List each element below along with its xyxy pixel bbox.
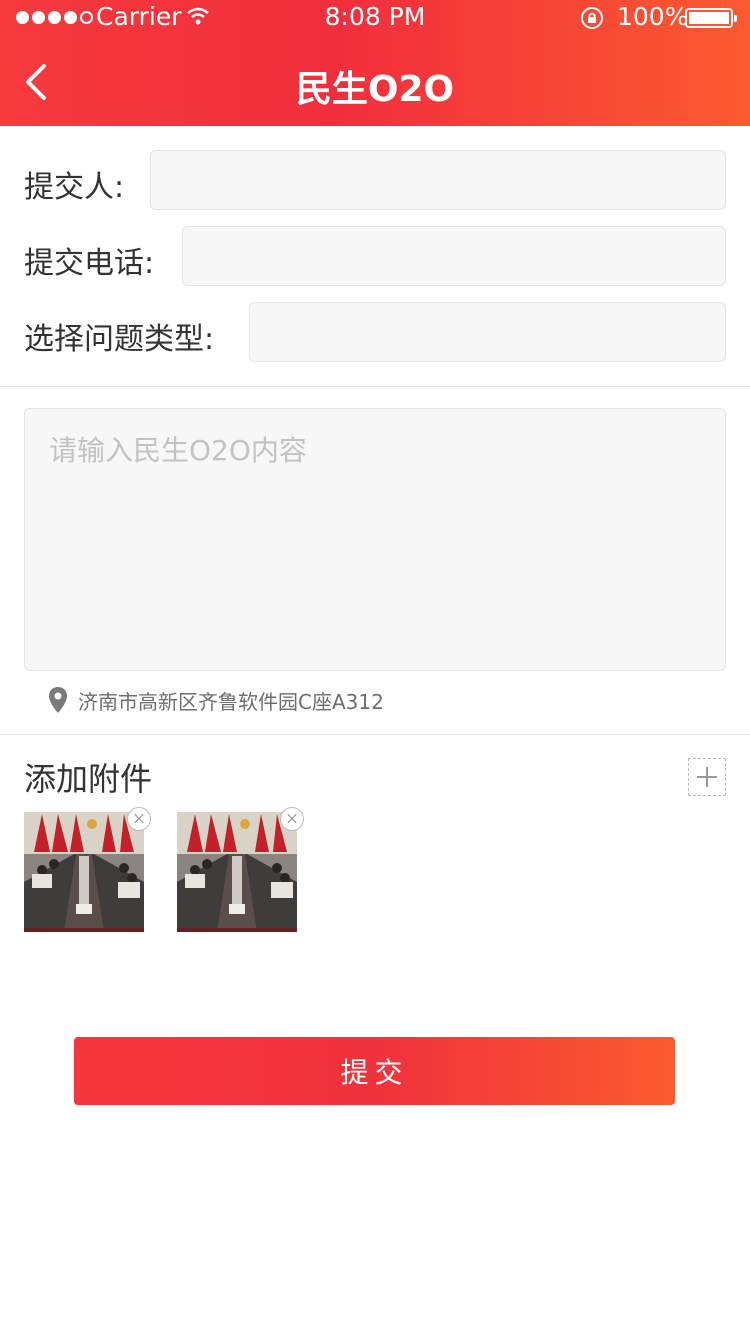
status-bar: Carrier 8:08 PM 100% bbox=[0, 0, 750, 36]
section-divider bbox=[0, 734, 750, 735]
location-row: 济南市高新区齐鲁软件园C座A312 bbox=[48, 686, 384, 714]
page-title: 民生O2O bbox=[295, 69, 455, 110]
app-header: Carrier 8:08 PM 100% 民生O2O bbox=[0, 0, 750, 126]
add-attachment-button[interactable] bbox=[688, 758, 726, 796]
phone-input[interactable] bbox=[182, 226, 726, 286]
attachment-photo bbox=[24, 812, 144, 932]
attachment-photo bbox=[177, 812, 297, 932]
submitter-input[interactable] bbox=[150, 150, 726, 210]
content-textarea[interactable] bbox=[24, 408, 726, 671]
submitter-label: 提交人: bbox=[24, 170, 125, 205]
location-text: 济南市高新区齐鲁软件园C座A312 bbox=[78, 689, 384, 714]
battery-percentage: 100% bbox=[617, 2, 689, 31]
battery-icon bbox=[685, 8, 737, 28]
submit-button[interactable]: 提交 bbox=[74, 1037, 675, 1105]
location-pin-icon bbox=[49, 687, 67, 713]
remove-attachment-button[interactable] bbox=[280, 807, 304, 831]
rotation-lock-icon bbox=[581, 7, 603, 29]
navigation-bar: 民生O2O bbox=[0, 36, 750, 126]
problem-type-label: 选择问题类型: bbox=[24, 322, 215, 357]
section-divider bbox=[0, 386, 750, 387]
attachment-thumbnail[interactable] bbox=[24, 807, 151, 932]
phone-label: 提交电话: bbox=[24, 246, 155, 281]
attachments-title: 添加附件 bbox=[24, 760, 153, 798]
remove-attachment-button[interactable] bbox=[127, 807, 151, 831]
problem-type-select[interactable] bbox=[249, 302, 726, 362]
attachment-thumbnail[interactable] bbox=[177, 807, 304, 932]
